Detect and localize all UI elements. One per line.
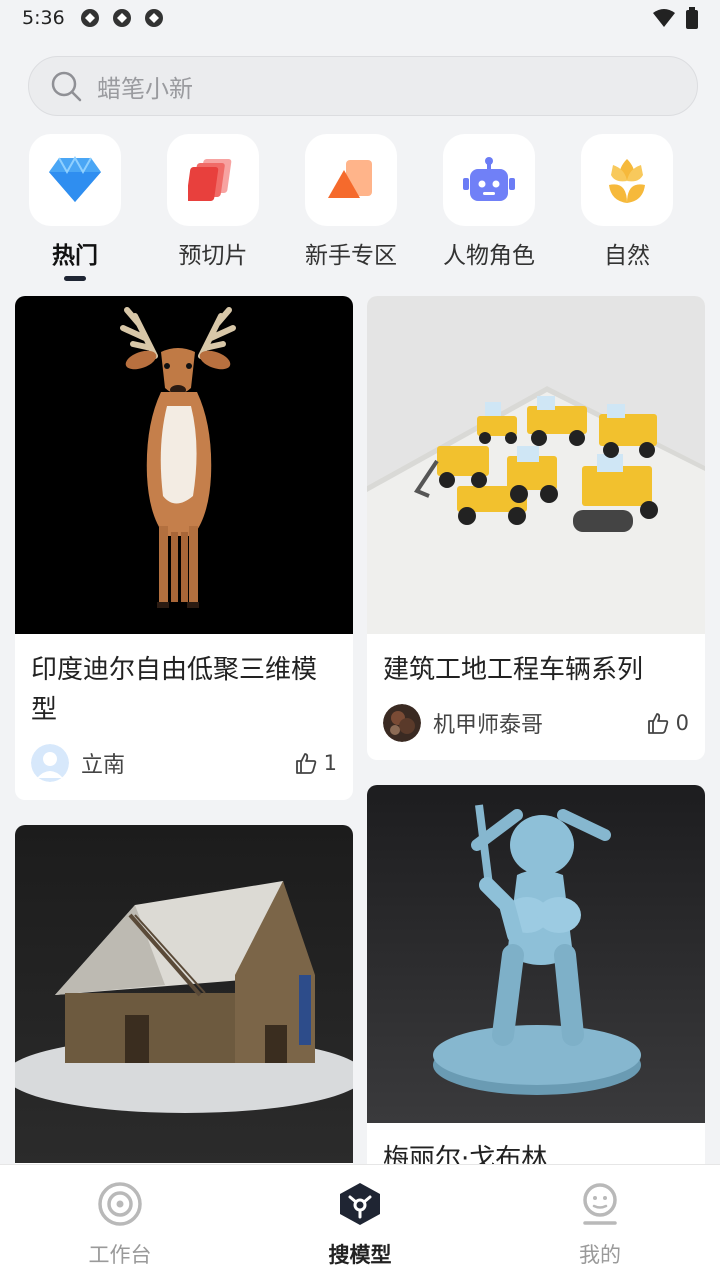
nav-search-model[interactable]: 搜模型 xyxy=(280,1181,440,1277)
slices-icon xyxy=(188,159,232,201)
status-bar: 5:36 xyxy=(0,0,720,36)
model-card[interactable]: 建筑工地工程车辆系列 机甲师泰哥 0 xyxy=(367,296,705,760)
like-count: 1 xyxy=(323,751,337,775)
model-card[interactable] xyxy=(15,825,353,1179)
category-nature[interactable]: 自然 xyxy=(567,134,687,284)
model-title: 建筑工地工程车辆系列 xyxy=(383,655,644,685)
tulip-icon xyxy=(609,159,645,203)
model-meta: 立南 1 xyxy=(15,730,353,800)
like-button[interactable]: 1 xyxy=(294,751,337,775)
thumbs-up-icon xyxy=(295,753,316,774)
nav-label: 工作台 xyxy=(88,1243,152,1267)
avatar xyxy=(31,744,69,782)
search-input[interactable]: 蜡笔小新 xyxy=(28,56,698,116)
category-hot[interactable]: 热门 xyxy=(15,134,135,284)
app-notification-icon xyxy=(112,9,131,27)
model-card[interactable]: 梅丽尔·戈布林 xyxy=(367,785,705,1179)
search-placeholder: 蜡笔小新 xyxy=(97,74,193,103)
app-notification-icon xyxy=(144,9,163,27)
active-tab-indicator xyxy=(64,276,86,281)
category-label: 热门 xyxy=(52,243,98,269)
model-meta: 机甲师泰哥 0 xyxy=(367,690,705,760)
category-label: 自然 xyxy=(604,243,650,269)
diamond-icon xyxy=(49,156,101,202)
category-bar: 热门 预切片 新手专区 人物角色 自然 xyxy=(0,134,720,284)
profile-icon xyxy=(583,1183,617,1225)
battery-icon xyxy=(686,7,698,29)
author-name[interactable]: 立南 xyxy=(81,747,125,779)
category-label: 人物角色 xyxy=(443,243,535,269)
category-label: 预切片 xyxy=(178,243,248,269)
model-card[interactable]: 印度迪尔自由低聚三维模型 立南 1 xyxy=(15,296,353,800)
author-name[interactable]: 机甲师泰哥 xyxy=(433,707,543,739)
app-notification-icon xyxy=(80,9,99,27)
thumbs-up-icon xyxy=(647,713,668,734)
nav-label: 我的 xyxy=(579,1243,621,1267)
category-tile xyxy=(581,134,673,226)
wifi-icon xyxy=(653,9,675,27)
nav-workbench[interactable]: 工作台 xyxy=(40,1181,200,1277)
model-thumbnail-vehicles xyxy=(367,296,705,634)
nav-profile[interactable]: 我的 xyxy=(520,1181,680,1277)
status-right xyxy=(652,7,698,29)
search-model-icon xyxy=(340,1183,380,1225)
category-beginner[interactable]: 新手专区 xyxy=(291,134,411,284)
like-button[interactable]: 0 xyxy=(646,711,689,735)
model-title: 印度迪尔自由低聚三维模型 xyxy=(31,655,318,725)
robot-icon xyxy=(463,157,515,201)
bottom-navigation: 工作台 搜模型 我的 xyxy=(0,1164,720,1280)
search-icon xyxy=(51,71,82,102)
nav-label: 搜模型 xyxy=(328,1243,392,1267)
model-thumbnail-figurine xyxy=(367,785,705,1123)
category-tile xyxy=(29,134,121,226)
like-count: 0 xyxy=(675,711,689,735)
category-tile xyxy=(443,134,535,226)
category-tile xyxy=(167,134,259,226)
workbench-icon xyxy=(98,1182,142,1226)
notification-icons xyxy=(79,7,165,29)
avatar xyxy=(383,704,421,742)
category-characters[interactable]: 人物角色 xyxy=(429,134,549,284)
category-tile xyxy=(305,134,397,226)
cards-icon xyxy=(328,160,372,198)
category-label: 新手专区 xyxy=(305,243,397,269)
model-thumbnail-house xyxy=(15,825,353,1163)
status-time: 5:36 xyxy=(22,7,65,29)
model-thumbnail-deer xyxy=(15,296,353,634)
category-preslice[interactable]: 预切片 xyxy=(153,134,273,284)
